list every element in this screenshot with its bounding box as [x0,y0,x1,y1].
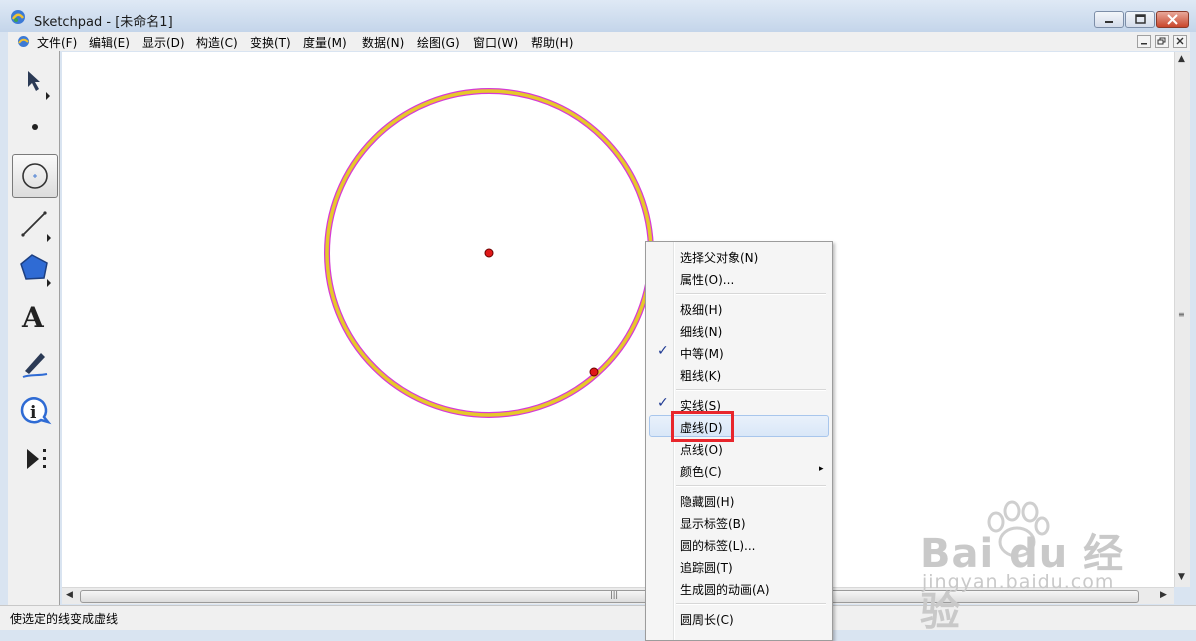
radius-point[interactable] [589,367,599,377]
scroll-up-icon[interactable]: ▲ [1178,54,1185,64]
minimize-icon [1105,21,1113,23]
doc-restore-button[interactable] [1155,35,1169,48]
checkmark-icon: ✓ [657,343,669,359]
straightedge-tool[interactable] [12,202,58,246]
minimize-button[interactable] [1094,11,1124,28]
menu-display[interactable]: 显示(D) [142,34,185,51]
svg-text:i: i [30,403,37,423]
point-tool[interactable] [12,105,58,149]
menu-window[interactable]: 窗口(W) [473,34,518,51]
svg-text:A: A [21,301,45,334]
menu-item-circumference[interactable]: 圆周长(C) [649,607,829,629]
menu-item-label: 中等(M) [680,347,724,361]
menu-file[interactable]: 文件(F) [37,34,77,51]
menu-separator [676,603,826,605]
menu-item-label: 属性(O)... [680,273,735,287]
arrow-tool[interactable] [12,61,58,105]
compass-tool[interactable] [12,154,58,198]
menu-item-animate-circle[interactable]: 生成圆的动画(A) [649,577,829,599]
menu-help[interactable]: 帮助(H) [531,34,573,51]
scroll-right-icon[interactable]: ▶ [1160,590,1167,600]
scroll-down-icon[interactable]: ▼ [1178,572,1185,582]
close-button[interactable] [1156,11,1189,28]
menu-data[interactable]: 数据(N) [362,34,404,51]
menu-transform[interactable]: 变换(T) [250,34,291,51]
doc-close-button[interactable] [1173,35,1187,48]
submenu-arrow-icon: ▸ [819,464,824,474]
window-title: Sketchpad - [未命名1] [34,15,173,30]
minimize-icon [1141,43,1147,45]
menu-item-label: 圆周长(C) [680,613,734,627]
menu-graph[interactable]: 绘图(G) [417,34,460,51]
menu-item-label: 追踪圆(T) [680,561,733,575]
close-icon [1176,37,1184,45]
menu-item-label: 颜色(C) [680,465,722,479]
maximize-icon [1135,14,1146,24]
menu-item-label: 点线(O) [680,443,723,457]
straightedge-tool-icon [21,211,51,242]
menu-item-label: 粗线(K) [680,369,722,383]
polygon-tool-icon [20,254,51,287]
menu-item-color[interactable]: 颜色(C) ▸ [649,459,829,481]
polygon-tool[interactable] [12,247,58,291]
scroll-grip-icon: ||| [610,590,619,599]
custom-tool[interactable] [12,437,58,481]
menu-item-very-thin[interactable]: 极细(H) [649,297,829,319]
menu-edit[interactable]: 编辑(E) [89,34,130,51]
menu-item-label: 细线(N) [680,325,723,339]
restore-icon [1157,37,1166,45]
checkmark-icon: ✓ [657,395,669,411]
custom-tool-icon [27,449,46,469]
menu-item-medium[interactable]: ✓ 中等(M) [649,341,829,363]
menu-item-show-label[interactable]: 显示标签(B) [649,511,829,533]
menu-item-label: 圆的标签(L)... [680,539,756,553]
information-tool-icon: i [20,397,52,425]
baidu-watermark: Bai du 经验 jingyan.baidu.com [912,497,1152,635]
menu-item-label: 生成圆的动画(A) [680,583,770,597]
menu-item-label: 显示标签(B) [680,517,746,531]
menu-item-trace-circle[interactable]: 追踪圆(T) [649,555,829,577]
highlight-annotation-box [671,411,734,442]
menu-measure[interactable]: 度量(M) [303,34,347,51]
toolbox: A i [8,51,60,607]
scroll-left-icon[interactable]: ◀ [66,590,73,600]
marker-tool[interactable] [12,341,58,385]
arrow-tool-icon [28,71,50,100]
menu-separator [676,485,826,487]
menu-separator [676,293,826,295]
compass-tool-icon [22,163,48,189]
watermark-url: jingyan.baidu.com [922,571,1115,593]
menu-item-thin[interactable]: 细线(N) [649,319,829,341]
maximize-button[interactable] [1125,11,1155,28]
sketchpad-app-icon [11,10,25,24]
menu-item-label: 隐藏圆(H) [680,495,735,509]
menu-item-circle-label[interactable]: 圆的标签(L)... [649,533,829,555]
marker-tool-icon [22,353,48,378]
menu-item-label: 极细(H) [680,303,723,317]
text-tool[interactable]: A [12,295,58,339]
vertical-scrollbar[interactable]: ▲ ≡ ▼ [1174,52,1190,587]
point-tool-icon [32,124,38,130]
doc-minimize-button[interactable] [1137,35,1151,48]
menu-construct[interactable]: 构造(C) [196,34,238,51]
menu-item-label: 选择父对象(N) [680,251,759,265]
close-icon [1167,14,1178,25]
status-text: 使选定的线变成虚线 [10,612,119,626]
menu-item-properties[interactable]: 属性(O)... [649,267,829,289]
menu-bar: 文件(F) 编辑(E) 显示(D) 构造(C) 变换(T) 度量(M) 数据(N… [8,32,1190,51]
menu-separator [676,389,826,391]
menu-item-thick[interactable]: 粗线(K) [649,363,829,385]
document-icon[interactable] [17,35,30,48]
menu-item-hide-circle[interactable]: 隐藏圆(H) [649,489,829,511]
information-tool[interactable]: i [12,389,58,433]
scroll-grip-icon: ≡ [1178,310,1185,319]
menu-item-select-parents[interactable]: 选择父对象(N) [649,245,829,267]
text-tool-icon: A [21,301,45,334]
title-bar: Sketchpad - [未命名1] [0,0,1196,32]
center-point[interactable] [484,248,494,258]
